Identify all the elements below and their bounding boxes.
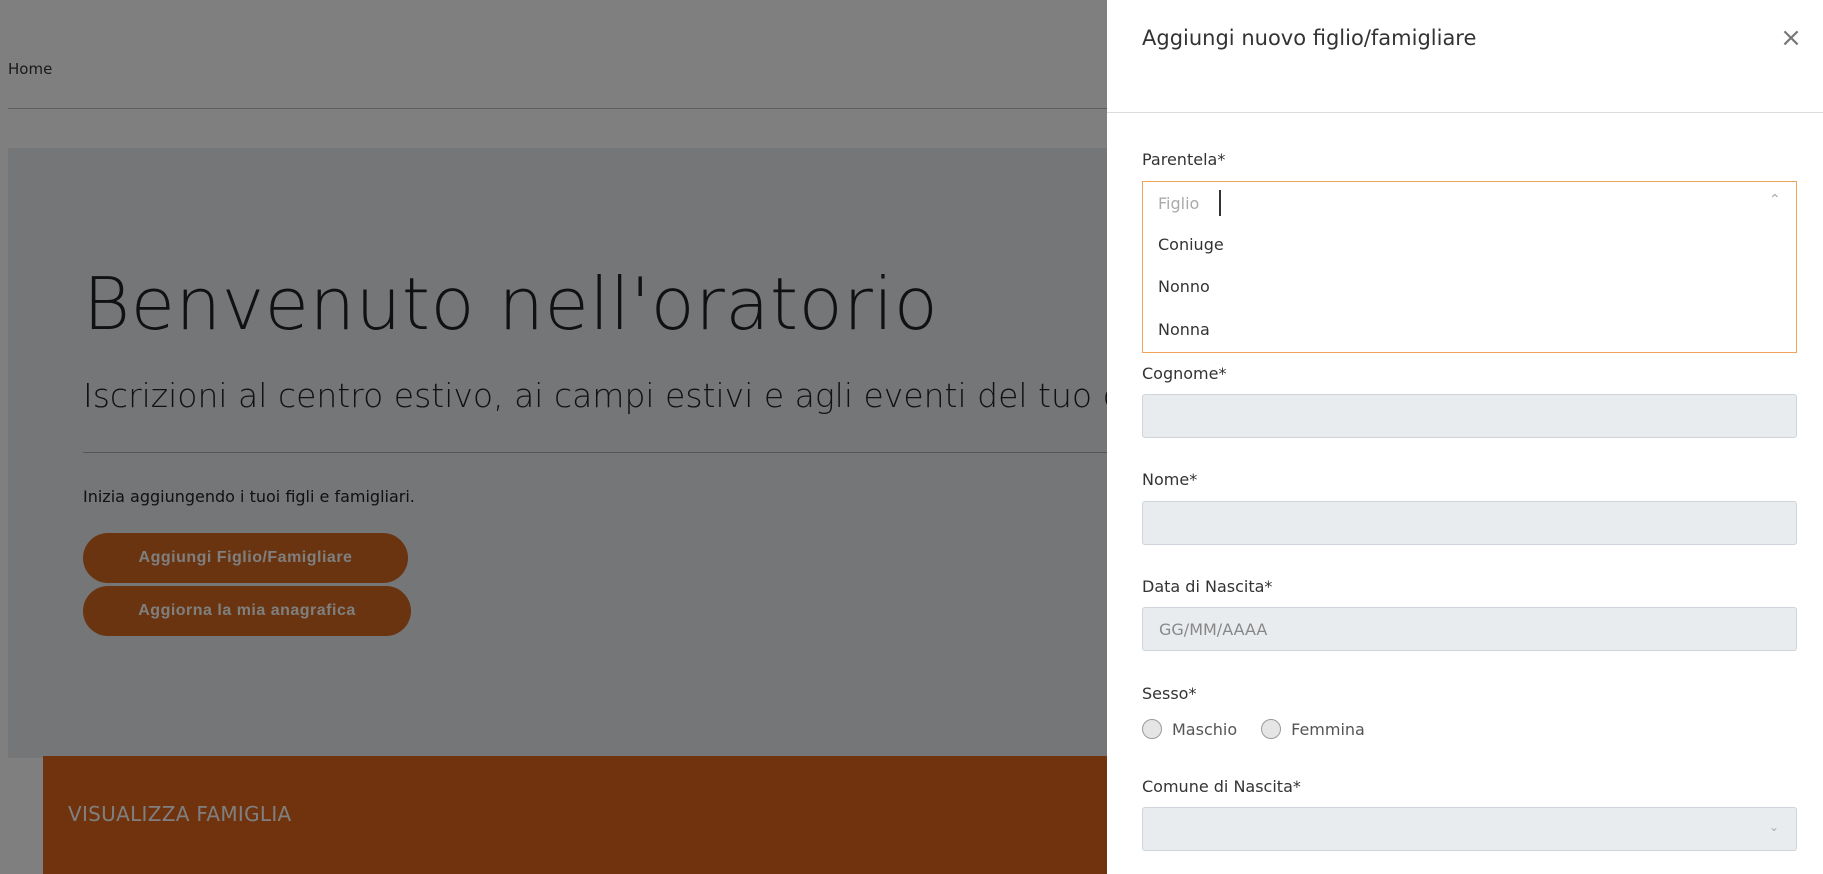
data-nascita-input[interactable]: GG/MM/AAAA — [1142, 607, 1797, 651]
text-caret — [1219, 190, 1221, 216]
maschio-radio[interactable] — [1142, 719, 1162, 739]
parentela-option-coniuge[interactable]: Coniuge — [1158, 235, 1224, 254]
nome-label: Nome* — [1142, 470, 1198, 489]
comune-nascita-select[interactable]: ⌄ — [1142, 807, 1797, 851]
close-icon[interactable]: × — [1779, 24, 1803, 52]
cognome-label: Cognome* — [1142, 364, 1227, 383]
parentela-label: Parentela* — [1142, 150, 1226, 169]
sesso-radio-group: Maschio Femmina — [1142, 719, 1365, 739]
parentela-option-nonna[interactable]: Nonna — [1158, 320, 1210, 339]
sesso-label: Sesso* — [1142, 684, 1197, 703]
femmina-radio[interactable] — [1261, 719, 1282, 739]
nome-input[interactable] — [1142, 501, 1797, 545]
maschio-label[interactable]: Maschio — [1172, 720, 1237, 739]
add-family-member-panel: Aggiungi nuovo figlio/famigliare × Paren… — [1107, 0, 1823, 874]
chevron-up-icon[interactable]: ⌃ — [1769, 192, 1781, 208]
parentela-option-nonno[interactable]: Nonno — [1158, 277, 1210, 296]
data-nascita-label: Data di Nascita* — [1142, 577, 1273, 596]
parentela-current-value: Figlio — [1158, 194, 1200, 213]
panel-header-divider — [1107, 112, 1823, 113]
comune-nascita-label: Comune di Nascita* — [1142, 777, 1301, 796]
panel-title: Aggiungi nuovo figlio/famigliare — [1142, 26, 1477, 50]
chevron-down-icon: ⌄ — [1769, 820, 1780, 834]
parentela-select[interactable]: Figlio ⌃ Coniuge Nonno Nonna — [1142, 181, 1797, 353]
cognome-input[interactable] — [1142, 394, 1797, 438]
femmina-label[interactable]: Femmina — [1291, 720, 1365, 739]
